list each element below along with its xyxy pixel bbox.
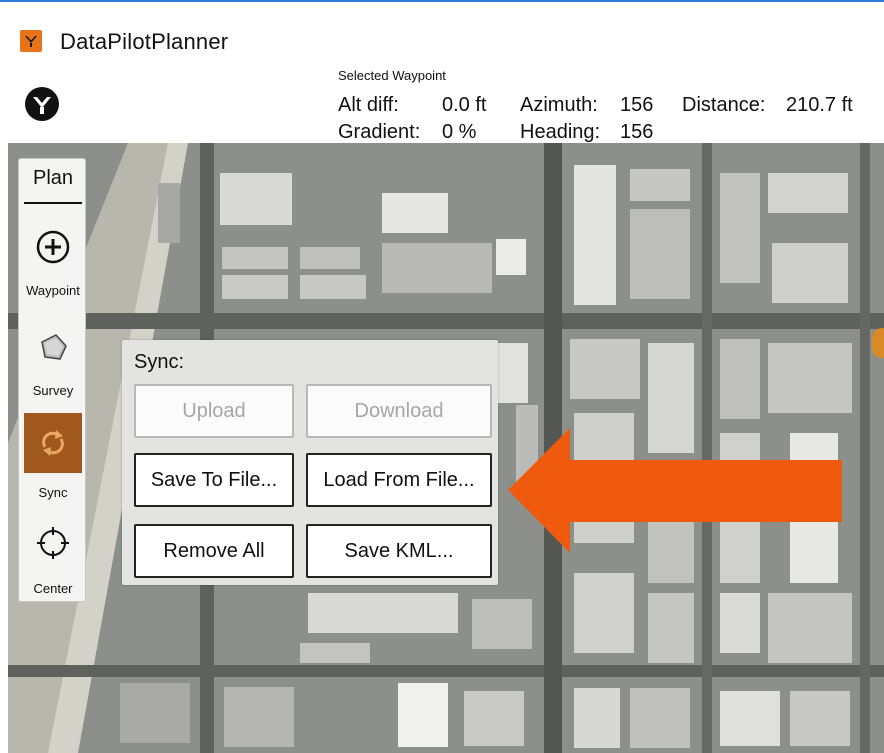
sync-title: Sync:: [134, 351, 185, 373]
tool-survey[interactable]: Survey: [19, 323, 87, 401]
heading-value: 156: [620, 121, 654, 143]
heading-label: Heading:: [520, 121, 601, 143]
tool-waypoint[interactable]: Waypoint: [19, 223, 87, 301]
tool-center-label: Center: [33, 581, 73, 596]
sync-icon: [33, 423, 73, 463]
alt-diff-value: 0.0 ft: [442, 94, 487, 116]
alt-diff-label: Alt diff:: [338, 94, 399, 116]
app-logo-icon: [20, 30, 42, 52]
gradient-label: Gradient:: [338, 121, 421, 143]
title-bar: DataPilotPlanner: [0, 2, 884, 60]
distance-label: Distance:: [682, 94, 766, 116]
azimuth-value: 156: [620, 94, 654, 116]
download-button[interactable]: Download: [306, 384, 492, 438]
tool-sync[interactable]: Sync: [19, 413, 87, 500]
waypoint-info-row-2: Gradient: 0 % Heading: 156: [338, 121, 878, 145]
azimuth-label: Azimuth:: [520, 94, 598, 116]
polygon-icon: [33, 327, 73, 367]
distance-value: 210.7 ft: [786, 94, 853, 116]
plan-panel: Plan Waypoint Survey Sync Center: [18, 158, 86, 602]
plus-circle-icon: [33, 227, 73, 267]
annotation-arrow-icon: [508, 428, 842, 553]
tool-center[interactable]: Center: [19, 521, 87, 599]
crosshair-icon: [33, 523, 73, 563]
window-title: DataPilotPlanner: [60, 29, 229, 54]
upload-button[interactable]: Upload: [134, 384, 294, 438]
sync-panel: Sync: Upload Download Save To File... Lo…: [122, 340, 498, 585]
save-kml-button[interactable]: Save KML...: [306, 524, 492, 578]
tool-sync-label: Sync: [38, 485, 68, 500]
waypoint-info-row-1: Alt diff: 0.0 ft Azimuth: 156 Distance: …: [338, 94, 878, 118]
plan-title: Plan: [32, 167, 74, 189]
save-to-file-button[interactable]: Save To File...: [134, 453, 294, 507]
brand-logo-icon[interactable]: [24, 86, 60, 122]
tool-survey-label: Survey: [32, 383, 74, 398]
selected-waypoint-label: Selected Waypoint: [338, 68, 446, 83]
plan-divider: [24, 202, 82, 204]
remove-all-button[interactable]: Remove All: [134, 524, 294, 578]
map-edge-handle[interactable]: [872, 328, 884, 358]
tool-waypoint-label: Waypoint: [26, 283, 80, 298]
gradient-value: 0 %: [442, 121, 477, 143]
load-from-file-button[interactable]: Load From File...: [306, 453, 492, 507]
